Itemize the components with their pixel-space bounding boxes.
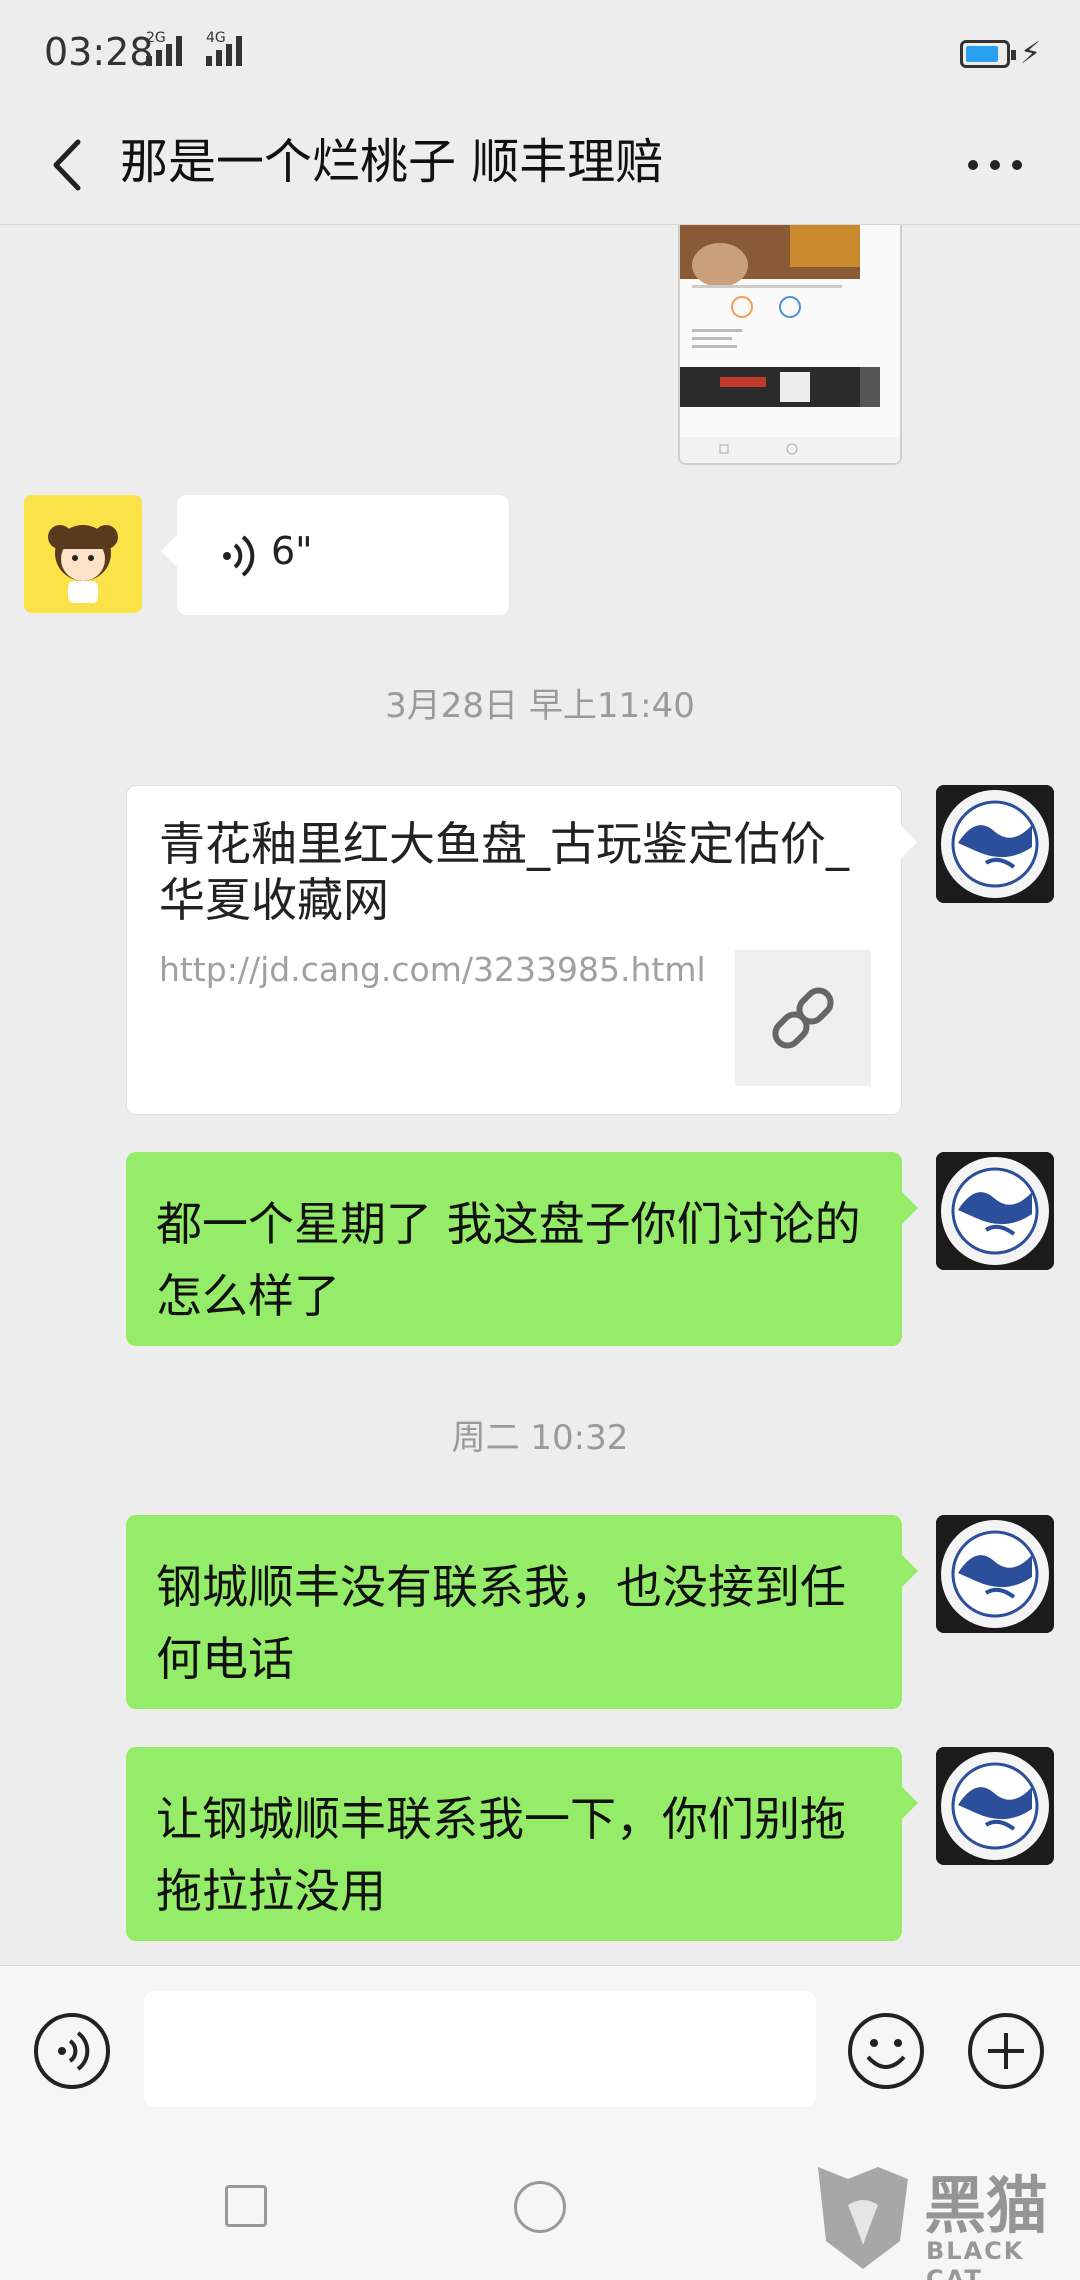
link-url: http://jd.cang.com/3233985.html (159, 950, 706, 989)
status-bar: 03:28 2G 4G ⚡ (0, 0, 1080, 110)
emoji-icon[interactable] (846, 2011, 926, 2091)
watermark-en: BLACK CAT (926, 2237, 1025, 2280)
back-icon[interactable] (40, 130, 100, 200)
screenshot-thumbnail-icon (680, 225, 900, 463)
contact-avatar[interactable] (24, 495, 142, 613)
timestamp: 3月28日 早上11:40 (385, 686, 695, 726)
my-avatar[interactable] (936, 785, 1054, 903)
voice-message-bubble[interactable]: 6" (161, 495, 509, 615)
charging-icon: ⚡ (1020, 36, 1042, 71)
system-nav-bar: 黑猫 BLACK CAT (0, 2115, 1080, 2280)
more-icon[interactable] (965, 150, 1025, 180)
home-button[interactable] (514, 2181, 566, 2233)
timestamp: 周二 10:32 (451, 1418, 629, 1458)
image-message[interactable] (678, 225, 902, 465)
watermark-cn: 黑猫 (924, 2169, 1049, 2242)
status-time: 03:28 (44, 30, 154, 74)
message-input[interactable] (144, 1991, 816, 2107)
link-title: 青花釉里红大鱼盘_古玩鉴定估价_华夏收藏网 (159, 817, 849, 927)
message-text: 都一个星期了 我这盘子你们讨论的怎么样了 (156, 1197, 861, 1323)
battery-icon (960, 40, 1016, 68)
voice-duration: 6" (271, 529, 313, 573)
recent-apps-button[interactable] (225, 2185, 267, 2227)
input-bar (0, 1965, 1080, 2115)
voice-wave-icon (223, 535, 255, 577)
link-thumbnail (735, 950, 871, 1086)
link-icon (772, 987, 834, 1049)
sent-message-bubble[interactable]: 都一个星期了 我这盘子你们讨论的怎么样了 (126, 1152, 918, 1346)
my-avatar[interactable] (936, 1747, 1054, 1865)
signal-2g-icon: 2G (146, 30, 182, 66)
signal-4g-icon: 4G (206, 30, 242, 66)
cat-shield-icon (818, 2167, 908, 2269)
sent-message-bubble[interactable]: 让钢城顺丰联系我一下，你们别拖拖拉拉没用 (126, 1747, 918, 1941)
voice-input-icon[interactable] (32, 2011, 112, 2091)
my-avatar[interactable] (936, 1152, 1054, 1270)
sent-message-bubble[interactable]: 钢城顺丰没有联系我，也没接到任何电话 (126, 1515, 918, 1709)
blackcat-watermark: 黑猫 BLACK CAT (808, 2155, 1080, 2280)
link-card[interactable]: 青花釉里红大鱼盘_古玩鉴定估价_华夏收藏网 http://jd.cang.com… (126, 785, 917, 1115)
message-text: 让钢城顺丰联系我一下，你们别拖拖拉拉没用 (156, 1792, 846, 1918)
chat-title: 那是一个烂桃子 顺丰理赔 (120, 134, 664, 190)
plus-icon[interactable] (966, 2011, 1046, 2091)
message-text: 钢城顺丰没有联系我，也没接到任何电话 (156, 1560, 846, 1686)
my-avatar[interactable] (936, 1515, 1054, 1633)
message-list[interactable]: 6" 3月28日 早上11:40 青花釉里红大鱼盘_古玩鉴定估价_华夏收藏网 h… (0, 225, 1080, 1965)
